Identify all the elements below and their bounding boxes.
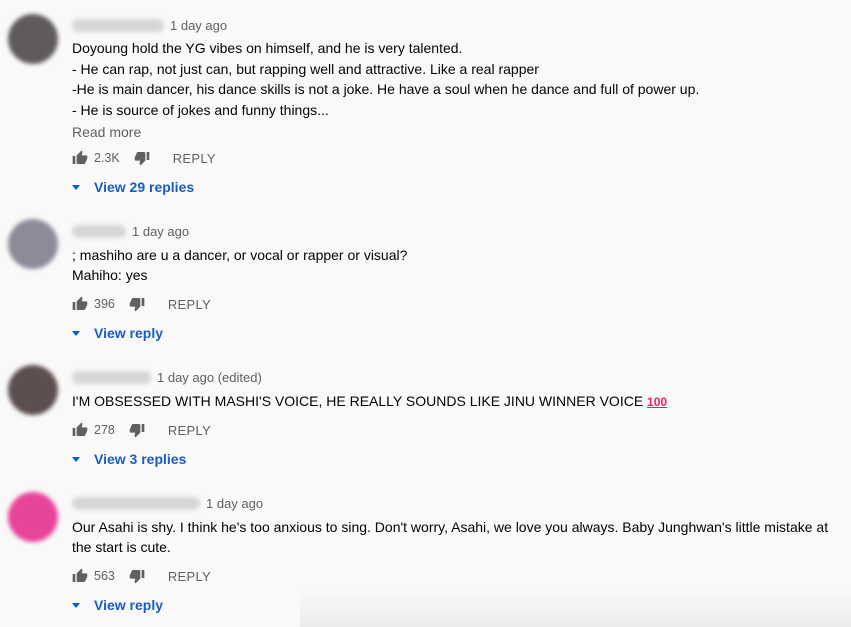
comment-text-line: -He is main dancer, his dance skills is … <box>72 81 700 97</box>
reply-button[interactable]: REPLY <box>168 297 211 312</box>
comment-text-line: Our Asahi is shy. I think he's too anxio… <box>72 519 829 535</box>
comment-text-line: - He can rap, not just can, but rapping … <box>72 61 539 77</box>
bottom-fade-overlay <box>300 590 851 627</box>
like-count: 278 <box>94 423 115 437</box>
comment-timestamp[interactable]: 1 day ago (edited) <box>157 370 262 385</box>
like-count: 2.3K <box>94 151 120 165</box>
view-replies-button[interactable]: View reply <box>72 595 163 615</box>
like-icon[interactable] <box>72 150 88 166</box>
dislike-icon[interactable] <box>129 568 145 584</box>
comment-timestamp[interactable]: 1 day ago <box>170 18 227 33</box>
view-replies-label: View 3 replies <box>94 451 187 467</box>
like-icon[interactable] <box>72 296 88 312</box>
reply-button[interactable]: REPLY <box>173 151 216 166</box>
author-name[interactable] <box>72 496 200 510</box>
comment-text-line: ; mashiho are u a dancer, or vocal or ra… <box>72 247 408 263</box>
view-replies-label: View 29 replies <box>94 179 195 195</box>
author-name[interactable] <box>72 370 151 384</box>
comment-text-line: the start is cute. <box>72 539 171 555</box>
view-replies-button[interactable]: View 3 replies <box>72 449 186 469</box>
comment-text-line: Mahiho: yes <box>72 267 148 283</box>
chevron-down-icon <box>72 330 80 336</box>
avatar[interactable] <box>8 14 58 64</box>
comment-text-line: Doyoung hold the YG vibes on himself, an… <box>72 40 463 56</box>
avatar[interactable] <box>8 492 58 542</box>
like-count: 563 <box>94 569 115 583</box>
comment-timestamp[interactable]: 1 day ago <box>206 496 263 511</box>
avatar[interactable] <box>8 365 58 415</box>
view-replies-label: View reply <box>94 597 164 613</box>
reply-button[interactable]: REPLY <box>168 423 211 438</box>
like-icon[interactable] <box>72 422 88 438</box>
read-more-link[interactable]: Read more <box>72 124 141 140</box>
view-replies-button[interactable]: View reply <box>72 323 163 343</box>
dislike-icon[interactable] <box>129 422 145 438</box>
comment-text-line: I'M OBSESSED WITH MASHI'S VOICE, HE REAL… <box>72 391 667 412</box>
dislike-icon[interactable] <box>129 296 145 312</box>
comment-text-line: - He is source of jokes and funny things… <box>72 102 329 118</box>
chevron-down-icon <box>72 602 80 608</box>
dislike-icon[interactable] <box>134 150 150 166</box>
view-replies-button[interactable]: View 29 replies <box>72 177 194 197</box>
author-name[interactable] <box>72 224 126 238</box>
like-count: 396 <box>94 297 115 311</box>
comment-timestamp[interactable]: 1 day ago <box>132 224 189 239</box>
avatar[interactable] <box>8 219 58 269</box>
hundred-points-emoji-icon: 100 <box>647 395 668 409</box>
view-replies-label: View reply <box>94 325 164 341</box>
chevron-down-icon <box>72 184 80 190</box>
reply-button[interactable]: REPLY <box>168 569 211 584</box>
comment-text: I'M OBSESSED WITH MASHI'S VOICE, HE REAL… <box>72 393 644 409</box>
chevron-down-icon <box>72 456 80 462</box>
like-icon[interactable] <box>72 568 88 584</box>
author-name[interactable] <box>72 18 164 32</box>
